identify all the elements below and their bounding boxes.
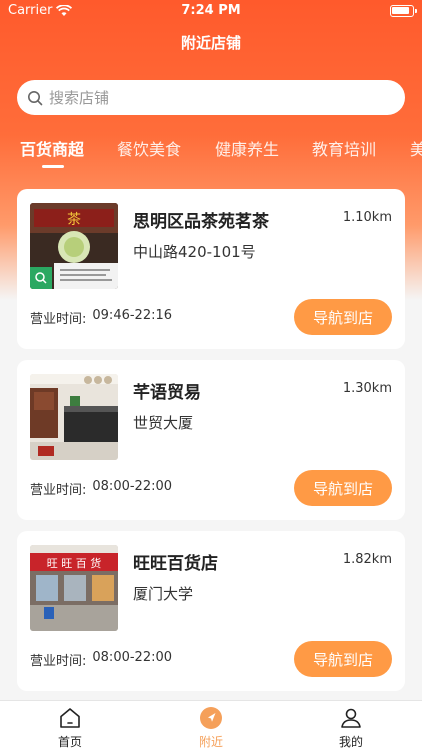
clock: 7:24 PM <box>181 3 241 18</box>
store-sign-text: 旺 旺 百 货 <box>47 556 102 570</box>
hours-label: 营业时间: <box>30 312 87 327</box>
store-card[interactable]: 旺 旺 百 货 旺旺百货店 1.82km 厦门大学 营业时间: 08:00-22… <box>17 531 405 691</box>
category-tabs: 百货商超 餐饮美食 健康养生 教育培训 美 <box>0 136 422 172</box>
tabbar-label: 附近 <box>198 735 223 749</box>
navigate-to-store-button[interactable]: 导航到店 <box>294 299 392 335</box>
page-title: 附近店铺 <box>180 34 241 52</box>
store-hours: 营业时间: 08:00-22:00 <box>30 650 172 669</box>
hours-label: 营业时间: <box>30 654 87 669</box>
search-input[interactable]: 搜索店铺 <box>17 80 405 115</box>
person-icon <box>341 708 361 728</box>
tab-beauty[interactable]: 美 <box>410 136 422 160</box>
tabbar-label: 首页 <box>57 735 82 749</box>
store-distance: 1.82km <box>342 552 392 567</box>
tabbar-label: 我的 <box>338 735 363 749</box>
store-address: 中山路420-101号 <box>133 243 256 261</box>
hours-label: 营业时间: <box>30 483 87 498</box>
store-name: 思明区品茶苑茗茶 <box>133 212 269 232</box>
store-hours: 营业时间: 08:00-22:00 <box>30 479 172 498</box>
store-hours: 营业时间: 09:46-22:16 <box>30 308 172 327</box>
store-address: 厦门大学 <box>133 585 194 603</box>
location-arrow-icon <box>200 707 222 729</box>
search-icon <box>28 90 43 105</box>
store-thumbnail <box>30 374 118 460</box>
bottom-tab-bar: 首页 附近 我的 <box>0 700 422 750</box>
store-sign-text: 茶 <box>67 212 81 228</box>
status-bar: Carrier 7:24 PM <box>0 0 422 22</box>
store-card[interactable]: 茶 思明区品茶苑茗茶 1.10km 中山路420-101号 营业时间: 09:4… <box>17 189 405 349</box>
store-distance: 1.10km <box>342 210 392 225</box>
battery-icon <box>390 5 417 17</box>
hours-value: 09:46-22:16 <box>92 308 173 323</box>
tabbar-nearby[interactable]: 附近 <box>171 706 251 750</box>
store-thumbnail: 旺 旺 百 货 <box>30 545 118 631</box>
store-distance: 1.30km <box>342 381 392 396</box>
store-thumbnail: 茶 <box>30 203 118 289</box>
navigate-to-store-button[interactable]: 导航到店 <box>294 641 392 677</box>
store-address: 世贸大厦 <box>133 414 194 432</box>
navigate-to-store-button[interactable]: 导航到店 <box>294 470 392 506</box>
active-tab-indicator <box>42 165 64 168</box>
tab-food[interactable]: 餐饮美食 <box>117 136 181 160</box>
tab-health[interactable]: 健康养生 <box>215 136 279 160</box>
store-name: 旺旺百货店 <box>133 554 218 574</box>
store-card[interactable]: 芊语贸易 1.30km 世贸大厦 营业时间: 08:00-22:00 导航到店 <box>17 360 405 520</box>
hours-value: 08:00-22:00 <box>92 650 173 665</box>
tab-department-store[interactable]: 百货商超 <box>20 136 84 160</box>
tabbar-home[interactable]: 首页 <box>30 706 110 750</box>
hours-value: 08:00-22:00 <box>92 479 173 494</box>
home-icon <box>60 708 80 728</box>
tabbar-mine[interactable]: 我的 <box>311 706 391 750</box>
search-placeholder: 搜索店铺 <box>49 89 110 107</box>
store-name: 芊语贸易 <box>133 383 201 403</box>
tab-education[interactable]: 教育培训 <box>312 136 376 160</box>
